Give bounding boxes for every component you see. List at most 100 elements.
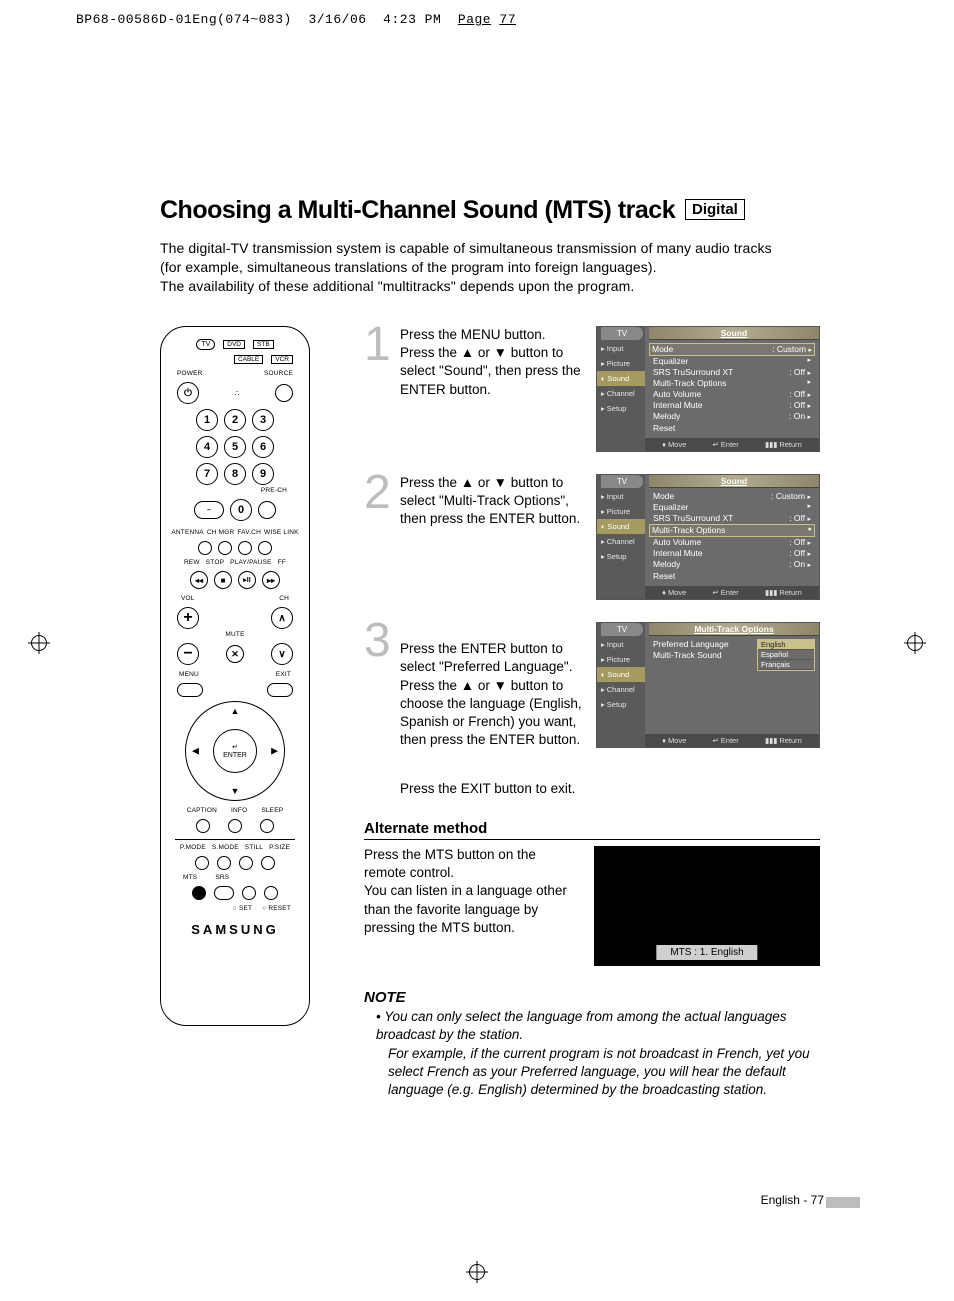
osd-item: Mode: Custom ▸ [649, 343, 815, 356]
step3-extra: Press the EXIT button to exit. [400, 781, 575, 796]
wiselink-button[interactable] [258, 541, 272, 555]
vol-up-button[interactable]: + [177, 607, 199, 629]
note-section: NOTE You can only select the language fr… [364, 988, 820, 1099]
menu-label: MENU [179, 671, 199, 678]
print-page-label: Page [458, 12, 491, 27]
still-button[interactable] [239, 856, 253, 870]
osd-tab-picture: ▸ Picture [597, 356, 645, 371]
extra-button-1[interactable] [242, 886, 256, 900]
playpause-button[interactable]: ▸II [238, 571, 256, 589]
power-button[interactable]: ⏻ [177, 382, 199, 404]
lbl-smode: S.MODE [212, 844, 239, 851]
vol-down-button[interactable]: − [177, 643, 199, 665]
lang-option: English [758, 640, 814, 650]
chmgr-button[interactable] [218, 541, 232, 555]
lbl-stop: STOP [206, 559, 224, 566]
menu-button[interactable] [177, 683, 203, 697]
osd-item: Melody: On ▸ [651, 411, 813, 422]
num-4[interactable]: 4 [196, 436, 218, 458]
lbl-wiselink: WISE LINK [264, 529, 299, 536]
caption-button[interactable] [196, 819, 210, 833]
num-7[interactable]: 7 [196, 463, 218, 485]
info-button[interactable] [228, 819, 242, 833]
lbl-ff: FF [278, 559, 286, 566]
osd-tab-picture: ▸ Picture [597, 652, 645, 667]
ch-down-button[interactable]: ∨ [271, 643, 293, 665]
mts-pill: MTS : 1. English [656, 945, 757, 960]
digital-badge: Digital [685, 199, 745, 220]
lbl-rew: REW [184, 559, 200, 566]
smode-button[interactable] [217, 856, 231, 870]
mts-button[interactable] [192, 886, 206, 900]
osd-item: Multi-Track Options▸ [651, 378, 813, 389]
lbl-sleep: SLEEP [261, 807, 283, 814]
lang-option: Español [758, 650, 814, 660]
osd-item: Reset [651, 571, 813, 582]
osd-item: Internal Mute: Off ▸ [651, 400, 813, 411]
pmode-button[interactable] [195, 856, 209, 870]
psize-button[interactable] [261, 856, 275, 870]
page-footer-text: English - 77 [761, 1193, 824, 1207]
step-number: 1 [364, 326, 394, 452]
alternate-heading: Alternate method [364, 820, 820, 840]
num-0[interactable]: 0 [230, 499, 252, 521]
ff-button[interactable]: ▸▸ [262, 571, 280, 589]
osd-tab-setup: ▸ Setup [597, 401, 645, 416]
enter-button[interactable]: ↵ ENTER [213, 729, 257, 773]
osd-tv-chip: TV [601, 327, 643, 340]
num-9[interactable]: 9 [252, 463, 274, 485]
antenna-button[interactable] [198, 541, 212, 555]
num-1[interactable]: 1 [196, 409, 218, 431]
osd-item: Equalizer▸ [651, 356, 813, 367]
stop-button[interactable]: ■ [214, 571, 232, 589]
osd-tab-column: ▸ Input ▸ Picture ◐ Sound ▸ Channel ▸ Se… [597, 327, 645, 451]
intro-text: The digital-TV transmission system is ca… [160, 239, 820, 296]
osd-tab-column: ▸ Input ▸ Picture ◐ Sound ▸ Channel ▸ Se… [597, 475, 645, 599]
osd-item: Equalizer▸ [651, 502, 813, 513]
page-title: Choosing a Multi-Channel Sound (MTS) tra… [160, 196, 675, 225]
extra-button-2[interactable] [264, 886, 278, 900]
osd-body: Mode: Custom ▸ Equalizer▸ SRS TruSurroun… [645, 475, 819, 599]
sleep-button[interactable] [260, 819, 274, 833]
prech-button[interactable] [258, 501, 276, 519]
dpad-left-icon[interactable]: ◀ [192, 746, 199, 757]
note-bullet: You can only select the language from am… [376, 1009, 787, 1042]
osd-tab-sound: ◐ Sound [597, 519, 645, 534]
lbl-reset: ○ RESET [262, 905, 291, 912]
num-6[interactable]: 6 [252, 436, 274, 458]
mute-button[interactable]: ✕ [226, 645, 244, 663]
num-3[interactable]: 3 [252, 409, 274, 431]
intro-line: The availability of these additional "mu… [160, 277, 820, 296]
brand-logo: SAMSUNG [171, 922, 299, 937]
lbl-antenna: ANTENNA [171, 529, 203, 536]
osd-screenshot-3: TV Multi-Track Options ▸ Input ▸ Picture… [596, 622, 820, 748]
mode-tv: TV [196, 339, 215, 350]
note-continuation: For example, if the current program is n… [376, 1045, 820, 1100]
osd-item: Multi-Track Options▸ [649, 524, 815, 537]
step-text: Press the ENTER button to select "Prefer… [400, 622, 590, 798]
dpad: ▲ ▼ ◀ ▶ ↵ ENTER [185, 701, 285, 801]
osd-footer: ♦ Move ↵ Enter ▮▮▮ Return [645, 438, 819, 451]
exit-button[interactable] [267, 683, 293, 697]
num-2[interactable]: 2 [224, 409, 246, 431]
lbl-still: STILL [245, 844, 263, 851]
osd-footer: ♦ Move ↵ Enter ▮▮▮ Return [645, 586, 819, 599]
ch-up-button[interactable]: ∧ [271, 607, 293, 629]
dpad-up-icon[interactable]: ▲ [231, 706, 240, 716]
favch-button[interactable] [238, 541, 252, 555]
srs-button[interactable] [214, 886, 234, 900]
lbl-info: INFO [231, 807, 247, 814]
osd-item: SRS TruSurround XT: Off ▸ [651, 513, 813, 524]
step-number: 2 [364, 474, 394, 600]
osd-item: SRS TruSurround XT: Off ▸ [651, 367, 813, 378]
dpad-right-icon[interactable]: ▶ [271, 746, 278, 757]
osd-tab-channel: ▸ Channel [597, 386, 645, 401]
enter-label: ENTER [223, 752, 247, 759]
dash-button[interactable]: – [194, 501, 224, 519]
osd-item: Reset [651, 423, 813, 434]
num-5[interactable]: 5 [224, 436, 246, 458]
num-8[interactable]: 8 [224, 463, 246, 485]
dpad-down-icon[interactable]: ▼ [231, 786, 240, 796]
rewind-button[interactable]: ◂◂ [190, 571, 208, 589]
source-button[interactable] [275, 384, 293, 402]
